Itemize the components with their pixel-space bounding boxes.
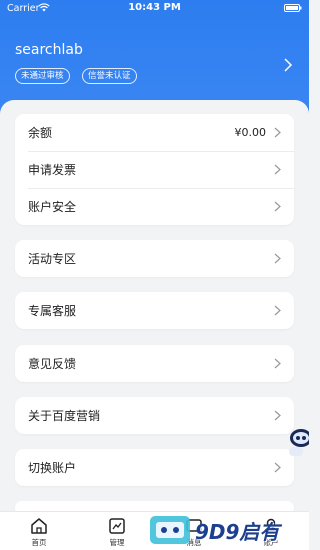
service-card: 专属客服 — [15, 292, 294, 329]
mascot-robot-icon[interactable] — [281, 420, 309, 460]
switch-account-label: 切换账户 — [28, 461, 77, 475]
watermark-text: 9D9启有 — [195, 520, 280, 544]
tab-manage[interactable]: 管理 — [86, 512, 148, 550]
invoice-row[interactable]: 申请发票 — [15, 151, 294, 188]
chevron-right-icon — [274, 358, 281, 369]
activity-card: 活动专区 — [15, 240, 294, 277]
security-row[interactable]: 账户安全 — [15, 188, 294, 225]
account-card: 余额 ¥0.00 申请发票 账户安全 — [15, 114, 294, 225]
credit-status-badge: 信誉未认证 — [82, 68, 137, 84]
balance-label: 余额 — [28, 126, 53, 140]
tab-home-label: 首页 — [31, 538, 47, 547]
battery-icon — [284, 4, 302, 12]
about-label: 关于百度营销 — [28, 409, 101, 423]
account-name: searchlab — [15, 42, 83, 58]
status-time: 10:43 PM — [128, 2, 181, 13]
review-status-badge: 未通过审核 — [15, 68, 70, 84]
chart-icon — [109, 518, 125, 534]
tab-home[interactable]: 首页 — [8, 512, 70, 550]
balance-value: ¥0.00 — [234, 126, 267, 139]
home-icon — [31, 518, 47, 534]
switch-account-card: 切换账户 — [15, 449, 294, 486]
status-bar: Carrier 10:43 PM — [0, 0, 309, 16]
chevron-right-icon — [274, 127, 281, 138]
chevron-right-icon[interactable] — [283, 58, 293, 72]
chevron-right-icon — [274, 164, 281, 175]
service-row[interactable]: 专属客服 — [15, 292, 294, 329]
about-card: 关于百度营销 — [15, 397, 294, 434]
activity-row[interactable]: 活动专区 — [15, 240, 294, 277]
balance-row[interactable]: 余额 ¥0.00 — [15, 114, 294, 151]
about-row[interactable]: 关于百度营销 — [15, 397, 294, 434]
chevron-right-icon — [274, 305, 281, 316]
tab-manage-label: 管理 — [109, 538, 125, 547]
switch-account-row[interactable]: 切换账户 — [15, 449, 294, 486]
service-label: 专属客服 — [28, 304, 77, 318]
feedback-row[interactable]: 意见反馈 — [15, 345, 294, 382]
invoice-label: 申请发票 — [28, 163, 77, 177]
feedback-card: 意见反馈 — [15, 345, 294, 382]
chevron-right-icon — [274, 201, 281, 212]
settings-list: 余额 ¥0.00 申请发票 账户安全 活动专区 专属客服 意见反馈 关于百度营销… — [0, 100, 309, 515]
security-label: 账户安全 — [28, 200, 77, 214]
chevron-right-icon — [274, 253, 281, 264]
activity-label: 活动专区 — [28, 252, 77, 266]
feedback-label: 意见反馈 — [28, 357, 77, 371]
chevron-right-icon — [274, 410, 281, 421]
chevron-right-icon — [274, 462, 281, 473]
